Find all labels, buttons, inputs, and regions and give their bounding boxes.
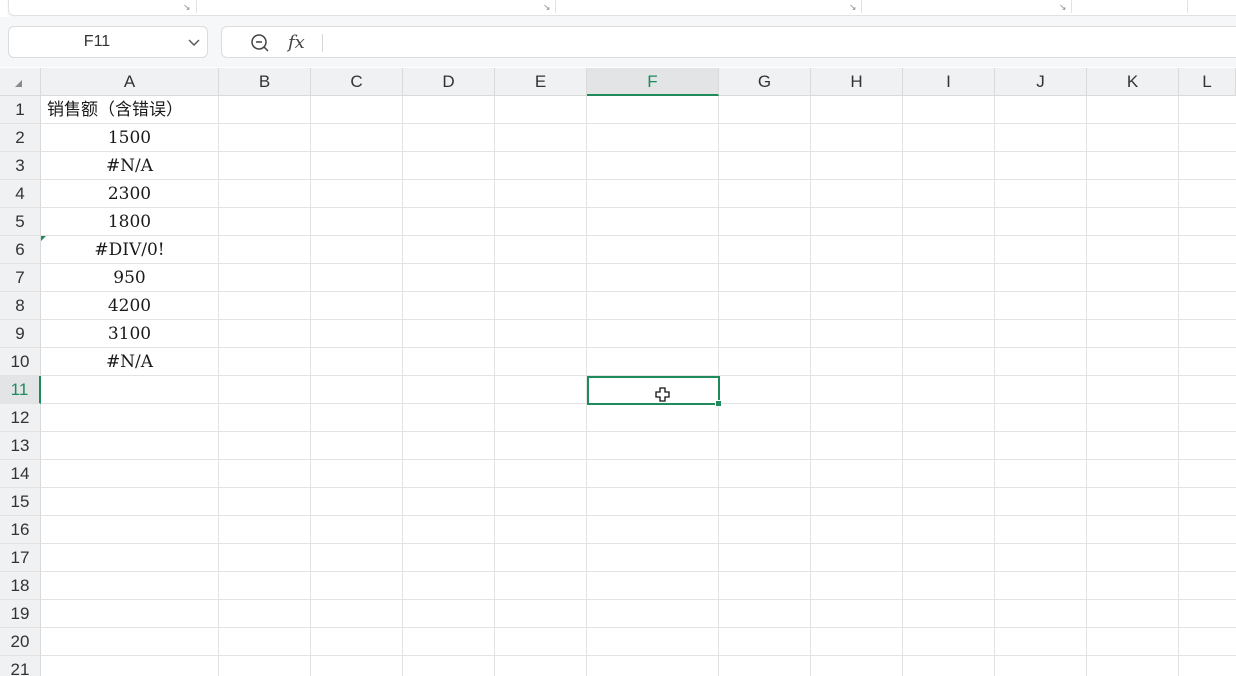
gridline-horizontal xyxy=(41,571,1236,572)
column-header-h[interactable]: H xyxy=(811,68,903,96)
zoom-icon[interactable] xyxy=(250,33,270,53)
gridline-horizontal xyxy=(41,207,1236,208)
column-header-c[interactable]: C xyxy=(311,68,403,96)
gridline-horizontal xyxy=(41,235,1236,236)
group-launcher-icon[interactable]: ↘ xyxy=(849,3,857,12)
gridline-horizontal xyxy=(41,347,1236,348)
cell-a1[interactable]: 销售额（含错误） xyxy=(41,96,218,124)
gridline-horizontal xyxy=(41,263,1236,264)
gridline-vertical xyxy=(1178,96,1179,676)
cell-a9[interactable]: 3100 xyxy=(41,320,218,348)
select-all-corner[interactable] xyxy=(0,68,41,96)
cell-a2[interactable]: 1500 xyxy=(41,124,218,152)
gridline-vertical xyxy=(310,96,311,676)
gridline-horizontal xyxy=(41,319,1236,320)
column-header-i[interactable]: I xyxy=(903,68,995,96)
gridline-horizontal xyxy=(41,599,1236,600)
column-header-e[interactable]: E xyxy=(495,68,587,96)
group-launcher-icon[interactable]: ↘ xyxy=(1059,3,1067,12)
gridline-vertical xyxy=(218,96,219,676)
column-header-j[interactable]: J xyxy=(995,68,1087,96)
row-header-11[interactable]: 11 xyxy=(0,376,41,404)
ribbon-separator xyxy=(861,0,862,13)
column-header-d[interactable]: D xyxy=(403,68,495,96)
group-launcher-icon[interactable]: ↘ xyxy=(183,3,191,12)
name-box-value[interactable]: F11 xyxy=(9,27,185,57)
insert-function-button[interactable]: fx xyxy=(288,29,305,57)
chevron-down-icon[interactable] xyxy=(187,35,201,49)
row-header-12[interactable]: 12 xyxy=(0,404,41,432)
row-header-15[interactable]: 15 xyxy=(0,488,41,516)
row-header-9[interactable]: 9 xyxy=(0,320,41,348)
gridline-horizontal xyxy=(41,179,1236,180)
gridline-horizontal xyxy=(41,291,1236,292)
spreadsheet-grid[interactable]: ABCDEFGHIJKL 1 2 3 4 5 6 7 8 9 10 11 12 13 14 15 16 17 18… xyxy=(0,68,1236,676)
row-header-5[interactable]: 5 xyxy=(0,208,41,236)
cell-a8[interactable]: 4200 xyxy=(41,292,218,320)
row-header-21[interactable]: 21 xyxy=(0,656,41,676)
cell-a10[interactable]: #N/A xyxy=(41,348,218,376)
row-header-1[interactable]: 1 xyxy=(0,96,41,124)
gridline-horizontal xyxy=(41,123,1236,124)
cell-a4[interactable]: 2300 xyxy=(41,180,218,208)
column-header-a[interactable]: A xyxy=(41,68,219,96)
row-header-2[interactable]: 2 xyxy=(0,124,41,152)
gridline-horizontal xyxy=(41,151,1236,152)
formula-divider xyxy=(322,34,323,52)
gridline-vertical xyxy=(902,96,903,676)
cell-a6[interactable]: #DIV/0! xyxy=(41,236,218,264)
column-header-l[interactable]: L xyxy=(1179,68,1236,96)
row-header-8[interactable]: 8 xyxy=(0,292,41,320)
active-cell-border xyxy=(587,376,722,407)
gridline-horizontal xyxy=(41,515,1236,516)
column-header-f[interactable]: F xyxy=(587,68,719,96)
name-box[interactable]: F11 xyxy=(8,26,208,58)
group-launcher-icon[interactable]: ↘ xyxy=(543,3,551,12)
column-header-g[interactable]: G xyxy=(719,68,811,96)
cell-a3[interactable]: #N/A xyxy=(41,152,218,180)
gridline-vertical xyxy=(1086,96,1087,676)
gridline-vertical xyxy=(402,96,403,676)
row-header-19[interactable]: 19 xyxy=(0,600,41,628)
row-header-20[interactable]: 20 xyxy=(0,628,41,656)
gridline-horizontal xyxy=(41,627,1236,628)
gridline-horizontal xyxy=(41,655,1236,656)
ribbon-separator xyxy=(1187,0,1188,13)
gridline-horizontal xyxy=(41,487,1236,488)
cell-cursor-icon xyxy=(655,387,670,402)
row-header-7[interactable]: 7 xyxy=(0,264,41,292)
row-header-16[interactable]: 16 xyxy=(0,516,41,544)
row-header-17[interactable]: 17 xyxy=(0,544,41,572)
cell-a7[interactable]: 950 xyxy=(41,264,218,292)
row-header-4[interactable]: 4 xyxy=(0,180,41,208)
column-header-b[interactable]: B xyxy=(219,68,311,96)
column-header-k[interactable]: K xyxy=(1087,68,1179,96)
row-header-3[interactable]: 3 xyxy=(0,152,41,180)
ribbon-separator xyxy=(196,0,197,13)
error-indicator-icon[interactable] xyxy=(41,236,46,241)
row-header-6[interactable]: 6 xyxy=(0,236,41,264)
fill-handle[interactable] xyxy=(715,400,722,407)
ribbon-separator xyxy=(1071,0,1072,13)
ribbon-bottom-edge: ↘ ↘ ↘ ↘ xyxy=(8,0,1236,16)
gridline-horizontal xyxy=(41,431,1236,432)
row-header-18[interactable]: 18 xyxy=(0,572,41,600)
gridline-vertical xyxy=(494,96,495,676)
gridline-vertical xyxy=(994,96,995,676)
gridline-horizontal xyxy=(41,543,1236,544)
row-header-10[interactable]: 10 xyxy=(0,348,41,376)
formula-bar[interactable]: fx xyxy=(221,26,1236,58)
ribbon-separator xyxy=(555,0,556,13)
row-header-14[interactable]: 14 xyxy=(0,460,41,488)
row-header-13[interactable]: 13 xyxy=(0,432,41,460)
gridline-vertical xyxy=(810,96,811,676)
gridline-horizontal xyxy=(41,459,1236,460)
cell-a5[interactable]: 1800 xyxy=(41,208,218,236)
